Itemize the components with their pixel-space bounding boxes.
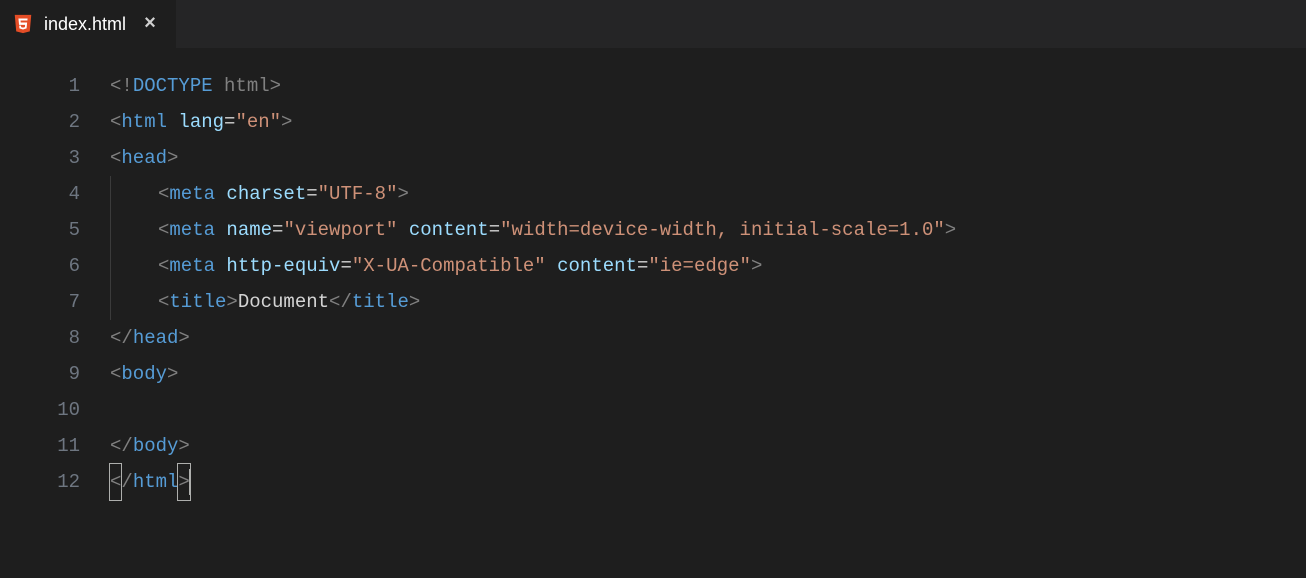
code-line[interactable]: <!DOCTYPE html> [110,68,1306,104]
line-number: 12 [0,464,80,500]
code-line[interactable]: </html> [110,464,1306,500]
line-number: 5 [0,212,80,248]
code-line[interactable]: </body> [110,428,1306,464]
indent-guide [110,284,111,320]
line-number-gutter: 1 2 3 4 5 6 7 8 9 10 11 12 [0,68,110,500]
html5-icon [12,13,34,35]
line-number: 7 [0,284,80,320]
code-line[interactable]: <head> [110,140,1306,176]
code-line[interactable]: <body> [110,356,1306,392]
line-number: 4 [0,176,80,212]
code-line[interactable]: <meta name="viewport" content="width=dev… [110,212,1306,248]
code-area[interactable]: <!DOCTYPE html> <html lang="en"> <head> … [110,68,1306,500]
tab-bar: index.html × [0,0,1306,48]
line-number: 9 [0,356,80,392]
code-line[interactable] [110,392,1306,428]
code-line[interactable]: <meta http-equiv="X-UA-Compatible" conte… [110,248,1306,284]
cursor-selection-start: < [110,464,121,500]
editor[interactable]: 1 2 3 4 5 6 7 8 9 10 11 12 <!DOCTYPE htm… [0,48,1306,500]
tab-label: index.html [44,14,126,35]
line-number: 10 [0,392,80,428]
tab-index-html[interactable]: index.html × [0,0,177,48]
code-line[interactable]: </head> [110,320,1306,356]
line-number: 3 [0,140,80,176]
code-line[interactable]: <title>Document</title> [110,284,1306,320]
line-number: 8 [0,320,80,356]
line-number: 6 [0,248,80,284]
line-number: 2 [0,104,80,140]
indent-guide [110,212,111,248]
close-icon[interactable]: × [140,14,160,34]
code-line[interactable]: <meta charset="UTF-8"> [110,176,1306,212]
indent-guide [110,176,111,212]
line-number: 1 [0,68,80,104]
indent-guide [110,248,111,284]
code-line[interactable]: <html lang="en"> [110,104,1306,140]
line-number: 11 [0,428,80,464]
cursor [189,469,191,495]
